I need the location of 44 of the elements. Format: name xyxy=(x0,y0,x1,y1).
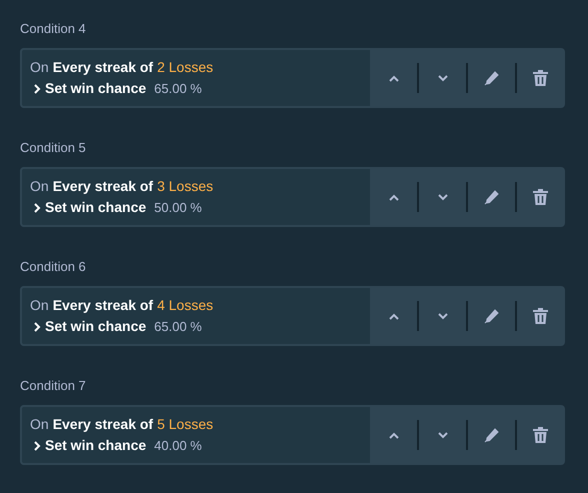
trash-icon xyxy=(533,308,548,324)
condition-action: Set win chance xyxy=(45,436,146,455)
chevron-down-icon xyxy=(438,194,448,200)
chevron-down-icon xyxy=(438,312,448,320)
condition-action: Set win chance xyxy=(45,79,146,98)
condition-title: Condition 6 xyxy=(20,258,86,276)
condition-title: Condition 5 xyxy=(20,139,86,157)
condition-title: Condition 4 xyxy=(20,20,86,38)
condition-amount: 65.00 % xyxy=(154,318,202,336)
trash-icon xyxy=(533,189,548,205)
chevron-down-icon xyxy=(438,74,448,82)
condition-amount: 50.00 % xyxy=(154,199,202,217)
chevron-down-icon xyxy=(438,432,448,438)
condition-amount: 65.00 % xyxy=(154,80,202,98)
chevron-up-icon xyxy=(388,312,398,320)
condition-title: Condition 7 xyxy=(20,377,86,395)
condition-value: 4 Losses xyxy=(157,296,214,315)
pencil-icon xyxy=(484,190,499,204)
chevron-up-icon xyxy=(388,74,398,82)
chevron-right-icon xyxy=(33,322,41,332)
trash-icon xyxy=(533,70,548,86)
condition-value: 3 Losses xyxy=(157,177,214,196)
condition-prefix: On xyxy=(30,177,49,196)
condition-prefix: On xyxy=(30,415,49,434)
chevron-right-icon xyxy=(33,440,41,450)
pencil-icon xyxy=(484,428,499,442)
condition-trigger: Every streak of xyxy=(52,296,154,315)
condition-value: 2 Losses xyxy=(157,58,214,77)
chevron-up-icon xyxy=(388,194,398,200)
chevron-up-icon xyxy=(388,432,398,438)
pencil-icon xyxy=(484,308,499,324)
condition-prefix: On xyxy=(30,58,49,77)
trash-icon xyxy=(533,427,548,443)
condition-value: 5 Losses xyxy=(157,415,214,434)
condition-trigger: Every streak of xyxy=(52,58,154,77)
chevron-right-icon xyxy=(33,84,41,94)
condition-trigger: Every streak of xyxy=(52,177,154,196)
pencil-icon xyxy=(484,70,499,86)
condition-amount: 40.00 % xyxy=(154,437,202,455)
condition-prefix: On xyxy=(30,296,49,315)
chevron-right-icon xyxy=(33,202,41,212)
condition-action: Set win chance xyxy=(45,198,146,217)
condition-trigger: Every streak of xyxy=(52,415,154,434)
condition-action: Set win chance xyxy=(45,317,146,336)
